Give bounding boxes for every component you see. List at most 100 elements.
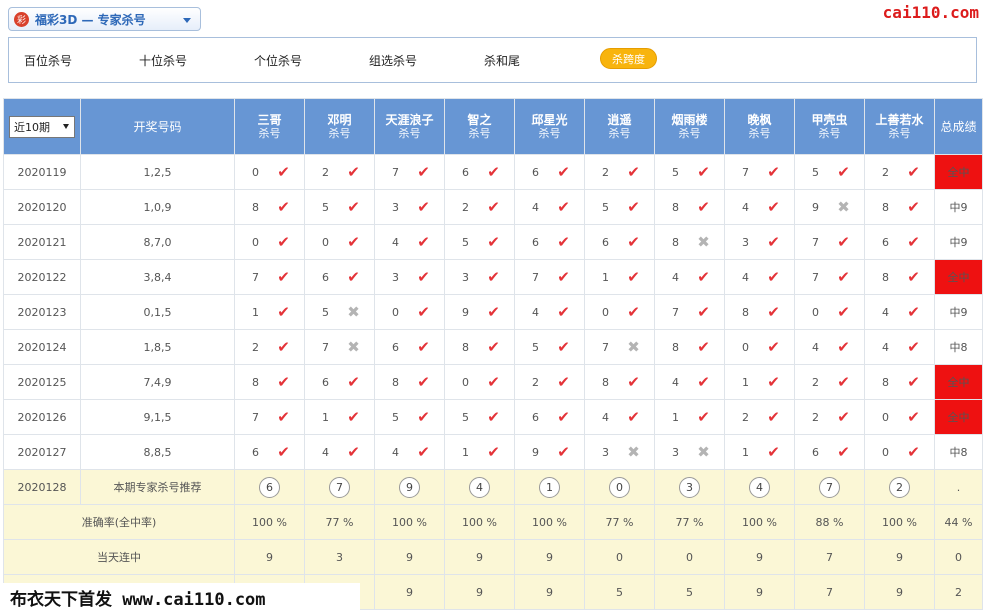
total-result: 全中	[934, 364, 983, 400]
expert-pick-cell: 4 ✔	[514, 189, 585, 225]
issue-number: 2020120	[3, 189, 81, 225]
streak-row-value: 9	[234, 539, 305, 575]
streak-row-value: 9	[374, 539, 445, 575]
pick-number: 8	[882, 375, 889, 389]
pick-wrap: 1 ✔	[446, 436, 514, 469]
expert-pick-cell: 5 ✔	[444, 399, 515, 435]
pick-number: 7	[532, 270, 539, 284]
accuracy-row-value: 100 %	[514, 504, 585, 540]
expert-subtitle: 杀号	[818, 127, 841, 140]
pick-number: 4	[812, 340, 819, 354]
pick-number: 6	[532, 410, 539, 424]
max-streak-row-value: 9	[444, 574, 515, 610]
check-icon: ✔	[767, 162, 780, 181]
check-icon: ✔	[627, 197, 640, 216]
check-icon: ✔	[487, 232, 500, 251]
expert-header[interactable]: 逍遥 杀号	[584, 98, 655, 155]
pick-number: 2	[742, 410, 749, 424]
pick-wrap: 4 ✔	[516, 191, 584, 224]
expert-pick-cell: 3 ✔	[724, 224, 795, 260]
total-result: 中8	[934, 434, 983, 470]
issue-number: 2020123	[3, 294, 81, 330]
pick-wrap: 8 ✖	[656, 226, 724, 259]
expert-header[interactable]: 邓明 杀号	[304, 98, 375, 155]
menu-item-hundreds[interactable]: 百位杀号	[24, 52, 72, 69]
table-row: 2020126 9,1,5 7 ✔ 1 ✔ 5 ✔ 5 ✔ 6 ✔ 4 ✔ 1 ✔ 2 ✔ 2 ✔ 0 ✔ 全中	[3, 399, 983, 435]
max-streak-row-value: 9	[864, 574, 935, 610]
pick-number: 7	[252, 410, 259, 424]
recommend-ball: 4	[469, 476, 490, 498]
pick-number: 0	[322, 235, 329, 249]
check-icon: ✔	[767, 442, 780, 461]
pick-number: 4	[672, 375, 679, 389]
pick-wrap: 4 ✔	[586, 401, 654, 434]
lottery-type-select[interactable]: 彩 福彩3D — 专家杀号	[8, 7, 201, 31]
pick-wrap: 4 ✔	[656, 366, 724, 399]
expert-name: 天涯浪子	[385, 113, 434, 127]
pick-number: 4	[532, 305, 539, 319]
pick-number: 8	[742, 305, 749, 319]
pick-number: 5	[532, 340, 539, 354]
pick-wrap: 8 ✔	[866, 191, 934, 224]
site-logo[interactable]: cai110.com	[883, 3, 979, 22]
table-row: 2020120 1,0,9 8 ✔ 5 ✔ 3 ✔ 2 ✔ 4 ✔ 5 ✔ 8 ✔ 4 ✔ 9 ✖ 8 ✔ 中9	[3, 189, 983, 225]
expert-pick-cell: 6 ✔	[304, 259, 375, 295]
menu-item-span-active[interactable]: 杀跨度	[600, 48, 657, 69]
pick-wrap: 8 ✔	[446, 331, 514, 364]
check-icon: ✔	[627, 372, 640, 391]
recommend-cell: 4	[724, 469, 795, 505]
pick-wrap: 4 ✔	[866, 296, 934, 329]
expert-pick-cell: 1 ✔	[654, 399, 725, 435]
expert-header[interactable]: 三哥 杀号	[234, 98, 305, 155]
check-icon: ✔	[487, 267, 500, 286]
expert-header[interactable]: 烟雨楼 杀号	[654, 98, 725, 155]
expert-pick-cell: 6 ✔	[304, 364, 375, 400]
expert-header[interactable]: 甲壳虫 杀号	[794, 98, 865, 155]
period-select[interactable]: 近10期	[9, 115, 75, 138]
check-icon: ✔	[907, 442, 920, 461]
issue-number: 2020125	[3, 364, 81, 400]
pick-wrap: 8 ✔	[236, 191, 304, 224]
menu-item-units[interactable]: 个位杀号	[254, 52, 302, 69]
check-icon: ✔	[417, 267, 430, 286]
check-icon: ✔	[557, 232, 570, 251]
menu-item-sum-tail[interactable]: 杀和尾	[484, 52, 520, 69]
pick-number: 4	[392, 445, 399, 459]
pick-wrap: 6 ✔	[796, 436, 864, 469]
max-streak-row-total: 2	[934, 574, 983, 610]
expert-header[interactable]: 天涯浪子 杀号	[374, 98, 445, 155]
streak-row-total: 0	[934, 539, 983, 575]
pick-number: 9	[462, 305, 469, 319]
menu-item-tens[interactable]: 十位杀号	[139, 52, 187, 69]
pick-wrap: 5 ✔	[516, 331, 584, 364]
pick-wrap: 0 ✔	[236, 156, 304, 189]
expert-pick-cell: 7 ✔	[374, 154, 445, 190]
pick-wrap: 6 ✔	[306, 261, 374, 294]
table-row: 2020124 1,8,5 2 ✔ 7 ✖ 6 ✔ 8 ✔ 5 ✔ 7 ✖ 8 ✔ 0 ✔ 4 ✔ 4 ✔ 中8	[3, 329, 983, 365]
pick-number: 1	[252, 305, 259, 319]
total-result: 全中	[934, 399, 983, 435]
recommend-ball: 7	[329, 476, 350, 498]
expert-header[interactable]: 智之 杀号	[444, 98, 515, 155]
check-icon: ✔	[697, 407, 710, 426]
expert-pick-cell: 2 ✔	[234, 329, 305, 365]
total-score-header: 总成绩	[934, 98, 983, 155]
issue-number: 2020124	[3, 329, 81, 365]
check-icon: ✔	[907, 267, 920, 286]
expert-header[interactable]: 晚枫 杀号	[724, 98, 795, 155]
menu-item-group[interactable]: 组选杀号	[369, 52, 417, 69]
check-icon: ✔	[837, 442, 850, 461]
check-icon: ✔	[487, 162, 500, 181]
pick-number: 1	[672, 410, 679, 424]
cross-icon: ✖	[627, 442, 640, 461]
pick-number: 8	[602, 375, 609, 389]
pick-wrap: 0 ✔	[866, 436, 934, 469]
check-icon: ✔	[347, 232, 360, 251]
expert-pick-cell: 9 ✔	[514, 434, 585, 470]
expert-subtitle: 杀号	[678, 127, 701, 140]
expert-pick-cell: 4 ✔	[864, 294, 935, 330]
chevron-down-icon	[183, 18, 191, 23]
expert-header[interactable]: 邱星光 杀号	[514, 98, 585, 155]
pick-number: 7	[742, 165, 749, 179]
expert-header[interactable]: 上善若水 杀号	[864, 98, 935, 155]
